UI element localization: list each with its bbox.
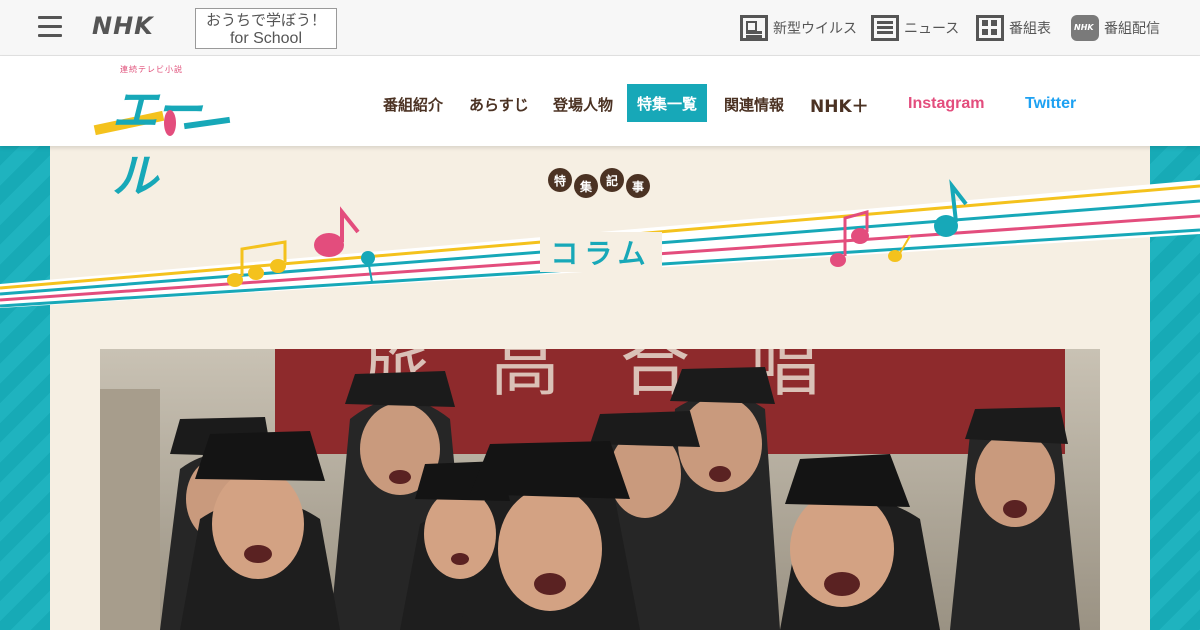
link-tv-schedule[interactable]: 番組表 — [976, 14, 1051, 42]
hero-photo: 旅高合唱 — [100, 349, 1100, 630]
badge-char: 事 — [626, 174, 650, 198]
grid-icon — [976, 15, 1004, 41]
nav-twitter[interactable]: Twitter — [1025, 84, 1076, 124]
nav-features-active[interactable]: 特集一覧 — [627, 84, 708, 122]
section-title: コラム — [540, 232, 662, 272]
link-tv-schedule-label: 番組表 — [1009, 21, 1051, 37]
for-school-button[interactable]: おうちで学ぼう！ for School — [195, 8, 337, 49]
choir-photo-illustration: 旅高合唱 — [100, 349, 1100, 630]
link-news-label: ニュース — [904, 21, 960, 37]
nav-instagram[interactable]: Instagram — [908, 84, 984, 124]
link-coronavirus[interactable]: 新型ウイルス — [740, 14, 857, 42]
badge-char: 記 — [600, 168, 624, 192]
link-news[interactable]: ニュース — [871, 14, 959, 42]
document-icon — [740, 15, 768, 41]
program-header: 連続テレビ小説 エール 番組紹介 あらすじ 登場人物 特集一覧 関連情報 NHK… — [0, 56, 1200, 203]
nhk-logo[interactable]: NHK — [92, 12, 154, 40]
nav-related-info[interactable]: 関連情報 — [724, 84, 784, 124]
nav-program-intro[interactable]: 番組紹介 — [383, 84, 443, 124]
global-header: NHK おうちで学ぼう！ for School 新型ウイルス ニュース 番組表 … — [0, 0, 1200, 56]
badge-char: 集 — [574, 174, 598, 198]
nav-characters[interactable]: 登場人物 — [553, 84, 613, 124]
logo-note-decoration — [164, 110, 176, 136]
link-streaming[interactable]: 番組配信 — [1071, 14, 1160, 42]
badge-char: 特 — [548, 168, 572, 192]
feature-article-badges: 特 集 記 事 — [548, 168, 652, 198]
for-school-line1: おうちで学ぼう！ — [205, 11, 326, 29]
for-school-line2: for School — [229, 30, 303, 47]
nhk-plus-icon — [1071, 15, 1099, 41]
menu-icon[interactable] — [38, 16, 62, 38]
nav-nhk-plus[interactable]: NHK＋ — [810, 84, 869, 124]
program-logo[interactable]: 連続テレビ小説 エール — [88, 62, 238, 203]
program-logo-title: エール — [112, 83, 202, 203]
news-icon — [871, 15, 899, 41]
nav-synopsis[interactable]: あらすじ — [469, 84, 529, 124]
link-coronavirus-label: 新型ウイルス — [773, 21, 857, 37]
link-streaming-label: 番組配信 — [1104, 21, 1160, 37]
